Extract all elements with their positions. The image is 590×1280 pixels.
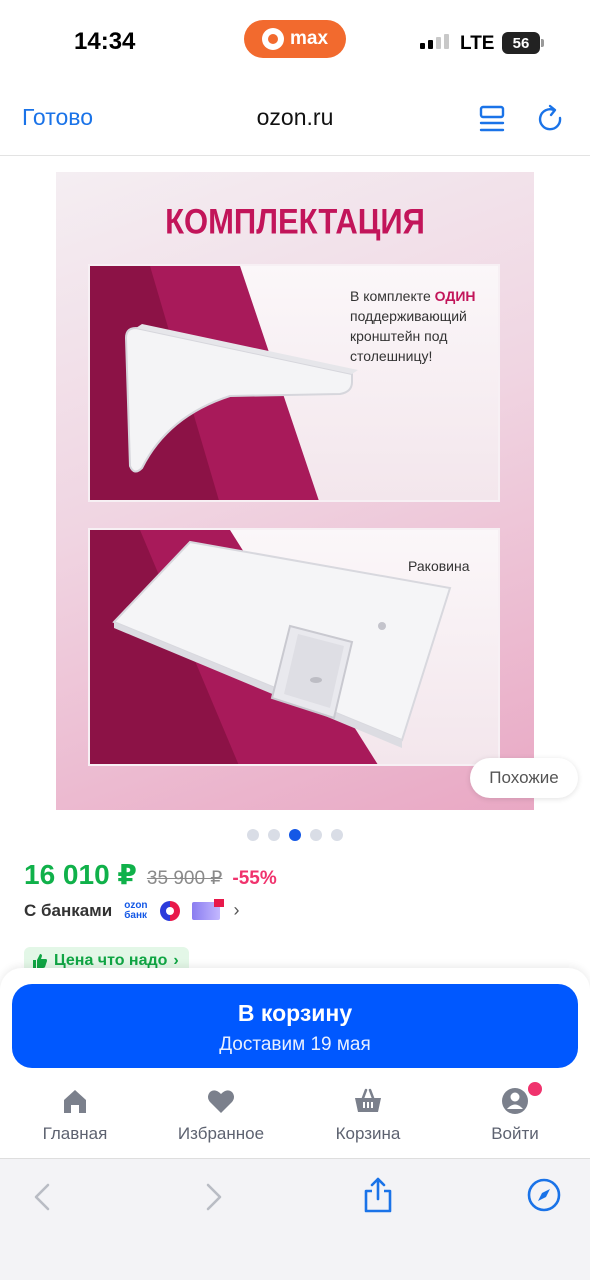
max-app-pill[interactable]: max (244, 20, 346, 58)
battery-level: 56 (512, 34, 530, 52)
similar-button[interactable]: Похожие (470, 758, 578, 798)
cart-button-subtitle: Доставим 19 мая (219, 1034, 371, 1055)
carousel-dot-active[interactable] (289, 829, 301, 841)
tab-cart[interactable]: Корзина (293, 1086, 443, 1144)
old-price: 35 900 ₽ (146, 868, 223, 889)
basket-icon (355, 1088, 381, 1112)
refresh-icon[interactable] (536, 104, 566, 134)
tab-login[interactable]: Войти (440, 1080, 590, 1144)
tab-favorites-label: Избранное (177, 1124, 265, 1143)
browser-header: Готово ozon.ru (0, 88, 590, 156)
status-bar: 14:34 max LTE 56 (0, 0, 590, 88)
product-image[interactable]: КОМПЛЕКТАЦИЯ В комплекте ОДИН поддержива… (56, 172, 534, 810)
tab-cart-label: Корзина (335, 1124, 401, 1143)
bank-logo-icon (159, 900, 180, 921)
tab-login-label: Войти (491, 1124, 539, 1143)
safari-toolbar (0, 1158, 590, 1280)
banks-label: С банками (24, 900, 113, 920)
cart-button-title: В корзину (237, 1000, 353, 1026)
image-panel-sink: Раковина (88, 528, 500, 766)
compass-icon[interactable] (526, 1177, 562, 1213)
tab-home-label: Главная (42, 1124, 108, 1143)
heart-icon (208, 1090, 234, 1113)
add-to-cart-button[interactable]: В корзину Доставим 19 мая (12, 984, 578, 1068)
thumbs-up-icon (33, 954, 47, 968)
carousel-dot[interactable] (268, 829, 280, 841)
home-icon (64, 1090, 86, 1113)
carousel-dots (247, 829, 343, 841)
bottom-sheet: В корзину Доставим 19 мая Главная Избран… (0, 968, 590, 1158)
notification-dot (526, 1080, 544, 1098)
tab-favorites[interactable]: Избранное (146, 1086, 296, 1144)
banks-row[interactable]: С банками ozon банк › (24, 898, 240, 921)
status-time: 14:34 (74, 28, 136, 55)
carousel-dot[interactable] (247, 829, 259, 841)
ozon-bank-logo-icon: ozon банк (124, 899, 148, 921)
image-title: КОМПЛЕКТАЦИЯ (165, 201, 425, 242)
battery-icon: 56 (502, 32, 544, 54)
bank-card-icon (191, 898, 224, 920)
back-arrow-icon[interactable] (30, 1181, 56, 1213)
forward-arrow-icon[interactable] (200, 1181, 226, 1213)
share-icon[interactable] (362, 1175, 394, 1215)
tab-bar: Главная Избранное Корзина Войти (0, 1080, 590, 1156)
image-panel-bracket: В комплекте ОДИН поддерживающий кронштей… (88, 264, 500, 502)
price-row: 16 010 ₽ 35 900 ₽ -55% (24, 858, 277, 891)
discount-label: -55% (232, 868, 277, 889)
carousel-dot[interactable] (331, 829, 343, 841)
carousel-dot[interactable] (310, 829, 322, 841)
max-logo-icon (261, 28, 284, 50)
reader-list-icon[interactable] (478, 104, 506, 134)
network-label: LTE (460, 33, 495, 54)
panel-sink-text: Раковина (408, 558, 470, 574)
url-text: ozon.ru (256, 104, 334, 130)
signal-icon (420, 34, 449, 49)
panel-bracket-text: В комплекте ОДИН поддерживающий кронштей… (350, 288, 476, 364)
current-price: 16 010 ₽ (24, 859, 137, 890)
chevron-right-icon: › (233, 900, 240, 920)
tab-home[interactable]: Главная (0, 1086, 150, 1144)
max-pill-label: max (289, 28, 329, 49)
